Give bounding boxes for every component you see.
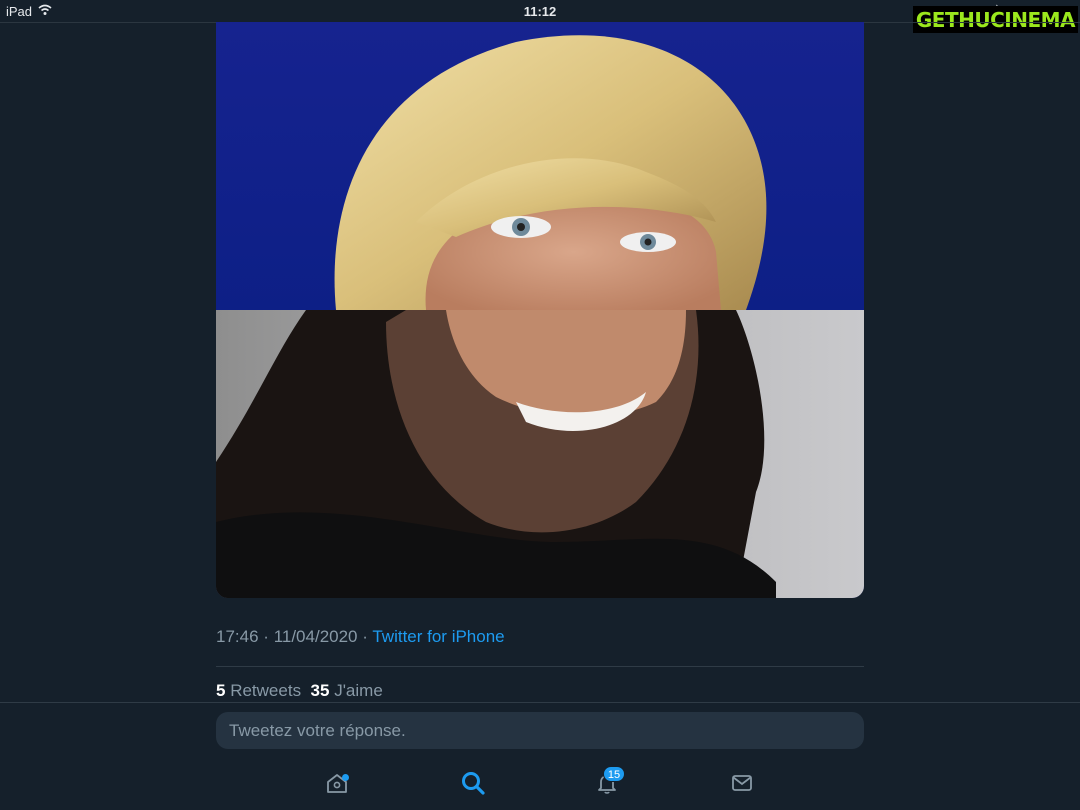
tweet-source-link[interactable]: Twitter for iPhone [372, 627, 504, 646]
watermark-text-2: CINEMA [990, 7, 1075, 32]
tab-notifications[interactable]: 15 [590, 766, 625, 802]
likes-count: 35 [310, 681, 330, 700]
retweets-count: 5 [216, 681, 226, 700]
notifications-badge: 15 [603, 766, 625, 782]
meta-divider [216, 666, 864, 667]
tweet-meta: 17:46 · 11/04/2020 · Twitter for iPhone [216, 627, 505, 647]
meta-separator: · [263, 627, 269, 646]
search-icon [460, 770, 486, 801]
home-new-dot [342, 774, 349, 781]
likes-stat[interactable]: 35 J'aime [311, 681, 383, 700]
retweets-label: Retweets [230, 681, 302, 700]
watermark-text-1: GETHU [915, 7, 991, 32]
tweet-stats: 5 Retweets 35 J'aime [216, 681, 383, 701]
tab-home[interactable] [320, 768, 354, 802]
tab-bar: 15 [0, 760, 1080, 810]
tab-messages[interactable] [725, 768, 759, 802]
watermark-logo: GETHU CINEMA [912, 6, 1078, 33]
likes-label: J'aime [334, 681, 383, 700]
tab-search[interactable] [456, 768, 490, 802]
mail-icon [730, 771, 754, 800]
tweet-date: 11/04/2020 [273, 627, 358, 646]
reply-divider [0, 702, 1080, 703]
tweet-media-image[interactable] [216, 22, 864, 598]
retweets-stat[interactable]: 5 Retweets [216, 681, 301, 700]
tweet-time: 17:46 [216, 627, 259, 646]
meta-separator-2: · [362, 627, 368, 646]
reply-input[interactable]: Tweetez votre réponse. [216, 712, 864, 749]
